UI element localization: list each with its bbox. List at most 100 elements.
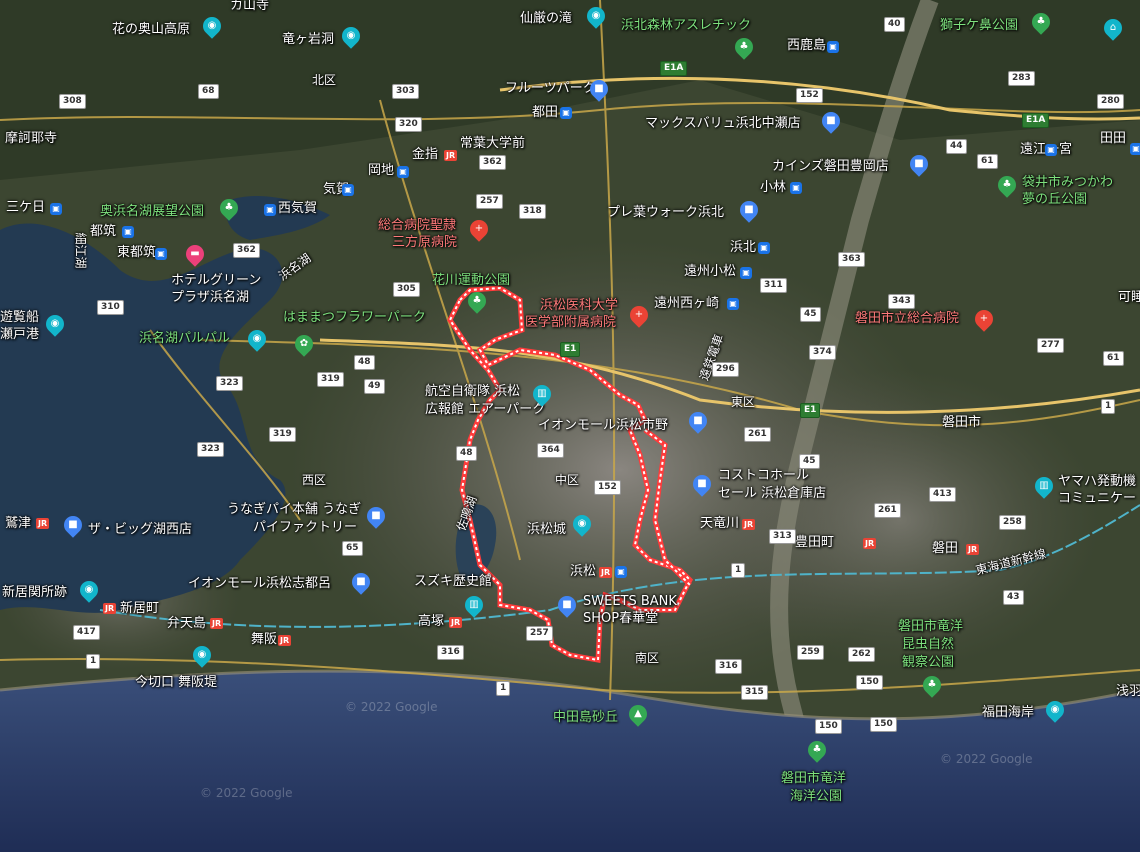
tree-icon[interactable]: ♣: [919, 672, 945, 698]
place-label-shishigahana: 獅子ケ鼻公園: [940, 18, 1019, 33]
train-icon: JR: [449, 617, 463, 628]
train-icon: JR: [444, 150, 458, 161]
ward-label-higashiku: 東区: [731, 395, 756, 409]
train-icon: JR: [278, 635, 292, 646]
train-icon: JR: [742, 519, 756, 530]
camera-icon[interactable]: ◉: [583, 3, 609, 29]
place-label-kanamaki: 可睡: [1118, 290, 1140, 305]
station-label-takatsuka: 高塚: [418, 614, 445, 629]
tree-icon[interactable]: ♣: [464, 288, 490, 314]
shopping-bag-icon[interactable]: ■: [586, 76, 612, 102]
place-label-sweets-2: SHOP春華堂: [583, 611, 659, 626]
shopping-bag-icon[interactable]: ■: [60, 512, 86, 538]
museum-icon[interactable]: ▥: [1031, 473, 1057, 499]
place-label-iwata-hospital: 磐田市立総合病院: [855, 311, 960, 326]
station-label-enshu-nishigasaki: 遠州西ヶ崎: [654, 296, 720, 311]
place-label-suzuki: スズキ歴史館: [414, 574, 493, 589]
tree-icon[interactable]: ♣: [1028, 9, 1054, 35]
route-shield: 318: [519, 204, 546, 219]
shopping-bag-icon[interactable]: ■: [689, 471, 715, 497]
camera-icon[interactable]: ◉: [189, 642, 215, 668]
place-label-flowerpark: はままつフラワーパーク: [283, 310, 426, 325]
route-shield: 1: [731, 563, 746, 578]
place-label-arai-sekisho: 新居関所跡: [2, 585, 68, 600]
route-shield: 257: [476, 194, 503, 209]
hospital-icon[interactable]: +: [971, 306, 997, 332]
place-label-makaji: 摩訶耶寺: [5, 131, 58, 146]
camera-icon[interactable]: ◉: [569, 511, 595, 537]
station-label-okaji: 岡地: [368, 163, 395, 178]
bed-icon[interactable]: ▬: [182, 241, 208, 267]
train-icon: ▣: [397, 166, 409, 178]
shopping-bag-icon[interactable]: ■: [348, 569, 374, 595]
camera-icon[interactable]: ◉: [199, 13, 225, 39]
route-shield: 1: [496, 681, 511, 696]
place-label-aeon-shitoro: イオンモール浜松志都呂: [188, 576, 332, 591]
camera-icon[interactable]: ◉: [42, 311, 68, 337]
hospital-icon[interactable]: +: [466, 216, 492, 242]
route-shield: 313: [769, 529, 796, 544]
shopping-bag-icon[interactable]: ■: [906, 151, 932, 177]
place-label-sweets: SWEETS BANK: [583, 594, 677, 609]
museum-icon[interactable]: ▥: [529, 381, 555, 407]
route-shield: 65: [342, 541, 363, 556]
train-icon: JR: [36, 518, 50, 529]
tree-icon[interactable]: ✿: [291, 331, 317, 357]
route-shield: 152: [796, 88, 823, 103]
station-label-tsuzuki: 都筑: [90, 224, 117, 239]
station-label-maisaka: 舞阪: [251, 632, 278, 647]
temple-icon[interactable]: ⌂: [1100, 15, 1126, 41]
route-shield: 261: [874, 503, 901, 518]
place-label-yamaha-2: コミュニケー: [1058, 491, 1137, 506]
train-icon: ▣: [727, 298, 739, 310]
station-label-nishikiga: 西気賀: [278, 201, 318, 216]
watermark-1: © 2022 Google: [345, 700, 438, 714]
museum-icon[interactable]: ▥: [461, 592, 487, 618]
station-label-nishikajima: 西鹿島: [787, 38, 827, 53]
tree-icon[interactable]: ♣: [804, 737, 830, 763]
route-shield: 283: [1008, 71, 1035, 86]
place-label-hananooku: 花の奥山高原: [112, 22, 191, 37]
route-shield: 150: [856, 675, 883, 690]
tree-icon[interactable]: ♣: [731, 34, 757, 60]
station-label-kobayashi: 小林: [760, 180, 787, 195]
tree-icon[interactable]: ▲: [625, 701, 651, 727]
station-label-mikkabi: 三ケ日: [6, 200, 46, 215]
route-shield: 1: [86, 654, 101, 669]
shopping-bag-icon[interactable]: ■: [818, 108, 844, 134]
shopping-bag-icon[interactable]: ■: [363, 503, 389, 529]
camera-icon[interactable]: ◉: [76, 577, 102, 603]
hospital-icon[interactable]: +: [626, 302, 652, 328]
shopping-bag-icon[interactable]: ■: [736, 197, 762, 223]
place-label-fruitpark: フルーツパーク: [505, 81, 596, 96]
expressway-shield: E1: [560, 342, 581, 357]
route-shield: 262: [848, 647, 875, 662]
place-label-chin: カ山寺: [230, 0, 270, 13]
route-shield: 44: [946, 139, 967, 154]
place-label-imagiri: 今切口 舞阪堤: [135, 675, 218, 690]
place-label-iwata-konchu-3: 観察公園: [902, 655, 955, 670]
ward-label-minamiku: 南区: [635, 651, 660, 665]
station-label-enshu-komatsu: 遠州小松: [684, 264, 737, 279]
satellite-map[interactable]: 花の奥山高原 竜ヶ岩洞 仙厳の滝 浜北森林アスレチック 西鹿島 獅子ケ鼻公園 北…: [0, 0, 1140, 852]
route-shield: 61: [977, 154, 998, 169]
camera-icon[interactable]: ◉: [1042, 697, 1068, 723]
route-shield: 45: [799, 454, 820, 469]
route-shield: 413: [929, 487, 956, 502]
train-icon: JR: [599, 567, 613, 578]
camera-icon[interactable]: ◉: [244, 326, 270, 352]
camera-icon[interactable]: ◉: [338, 23, 364, 49]
train-icon: JR: [863, 538, 877, 549]
shopping-bag-icon[interactable]: ■: [685, 408, 711, 434]
shopping-bag-icon[interactable]: ■: [554, 592, 580, 618]
station-label-kanasashi: 金指: [412, 147, 439, 162]
place-label-fukuda: 福田海岸: [982, 705, 1035, 720]
route-shield: 343: [888, 294, 915, 309]
route-shield: 311: [760, 278, 787, 293]
tree-icon[interactable]: ♣: [216, 195, 242, 221]
train-icon: ▣: [790, 182, 802, 194]
place-label-costco-2: セール 浜松倉庫店: [718, 486, 827, 501]
place-label-fukuroi-park: 袋井市みつかわ: [1022, 175, 1114, 190]
tree-icon[interactable]: ♣: [994, 172, 1020, 198]
place-label-iwata-konchu-2: 昆虫自然: [902, 637, 955, 652]
